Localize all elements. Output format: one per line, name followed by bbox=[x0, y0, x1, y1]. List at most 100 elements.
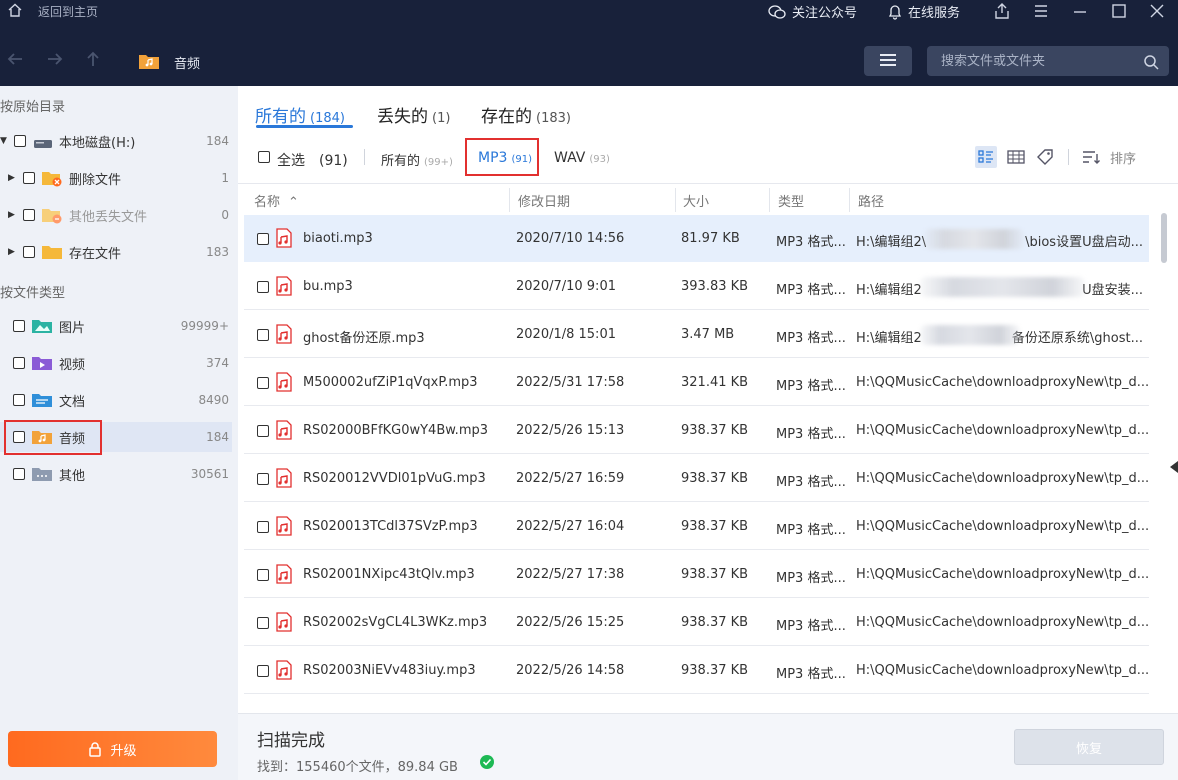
sidebar-item-videos[interactable]: 视频 374 bbox=[0, 348, 238, 378]
tab-existing[interactable]: 存在的 (183) bbox=[481, 102, 571, 127]
tag-icon[interactable] bbox=[1034, 146, 1056, 168]
file-name: bu.mp3 bbox=[303, 279, 353, 294]
collapse-panel-arrow-icon[interactable] bbox=[1170, 461, 1178, 473]
title-bar: 返回到主页 关注公众号 在线服务 bbox=[0, 0, 1178, 22]
forward-arrow-icon[interactable] bbox=[46, 50, 64, 68]
checkbox[interactable] bbox=[23, 172, 35, 184]
mp3-file-icon bbox=[276, 276, 292, 296]
view-menu-button[interactable] bbox=[864, 46, 912, 76]
table-row[interactable]: RS020013TCdl37SVzP.mp3 2022/5/27 16:04 938… bbox=[244, 503, 1149, 550]
file-name: RS020012VVDl01pVuG.mp3 bbox=[303, 471, 486, 486]
column-divider[interactable] bbox=[849, 188, 850, 212]
expanded-caret-icon[interactable]: ▼ bbox=[0, 136, 8, 146]
checkbox[interactable] bbox=[13, 468, 25, 480]
sidebar-item-other[interactable]: 其他 30561 bbox=[0, 459, 238, 489]
row-checkbox[interactable] bbox=[257, 617, 269, 629]
table-row[interactable]: bu.mp3 2020/7/10 9:01 393.83 KB MP3 格式... H:… bbox=[244, 263, 1149, 310]
online-service-label: 在线服务 bbox=[908, 6, 961, 21]
collapsed-caret-icon[interactable]: ▶ bbox=[8, 173, 16, 183]
table-row[interactable]: RS02000BFfKG0wY4Bw.mp3 2022/5/26 15:13 938… bbox=[244, 407, 1149, 454]
sidebar-item-local-disk[interactable]: ▼ 本地磁盘(H:) 184 bbox=[0, 126, 238, 156]
table-row[interactable]: RS020012VVDl01pVuG.mp3 2022/5/27 16:59 938… bbox=[244, 455, 1149, 502]
column-date[interactable]: 修改日期 bbox=[518, 191, 570, 210]
search-icon[interactable] bbox=[1143, 54, 1159, 70]
close-icon[interactable] bbox=[1148, 2, 1166, 20]
row-checkbox[interactable] bbox=[257, 665, 269, 677]
row-checkbox[interactable] bbox=[257, 281, 269, 293]
file-name: ghost备份还原.mp3 bbox=[303, 331, 425, 346]
home-icon[interactable] bbox=[8, 3, 22, 17]
row-checkbox[interactable] bbox=[257, 233, 269, 245]
row-checkbox[interactable] bbox=[257, 473, 269, 485]
scan-status: 扫描完成 bbox=[257, 731, 325, 751]
sidebar-item-label: 其他丢失文件 bbox=[69, 209, 148, 225]
table-row[interactable]: RS02003NiEVv483iuy.mp3 2022/5/26 14:58 938… bbox=[244, 647, 1149, 694]
file-name: biaoti.mp3 bbox=[303, 231, 373, 246]
row-checkbox[interactable] bbox=[257, 329, 269, 341]
modified-date: 2022/5/27 16:59 bbox=[516, 471, 625, 486]
upgrade-button[interactable]: 升级 bbox=[8, 731, 217, 767]
checkbox[interactable] bbox=[13, 394, 25, 406]
upgrade-label: 升级 bbox=[110, 743, 137, 759]
row-checkbox[interactable] bbox=[257, 377, 269, 389]
modified-date: 2020/1/8 15:01 bbox=[516, 327, 616, 342]
tab-all[interactable]: 所有的 (184) bbox=[255, 102, 345, 127]
table-row[interactable]: biaoti.mp3 2020/7/10 14:56 81.97 KB MP3 格式.… bbox=[244, 215, 1149, 262]
breadcrumb[interactable]: 音频 bbox=[174, 53, 200, 72]
sidebar-item-other-lost-files[interactable]: ▶ 其他丢失文件 0 bbox=[0, 200, 238, 230]
filter-label: 所有的 bbox=[381, 154, 421, 169]
column-divider[interactable] bbox=[769, 188, 770, 212]
wechat-icon bbox=[768, 4, 786, 19]
column-type[interactable]: 类型 bbox=[778, 191, 804, 210]
collapsed-caret-icon[interactable]: ▶ bbox=[8, 210, 16, 220]
online-service-button[interactable]: 在线服务 bbox=[888, 2, 960, 21]
sort-label[interactable]: 排序 bbox=[1110, 148, 1136, 167]
file-path: H:\编辑组2\ bbox=[856, 235, 927, 250]
grid-view-icon[interactable] bbox=[1005, 146, 1027, 168]
recover-button[interactable]: 恢复 bbox=[1014, 729, 1164, 765]
follow-wechat-button[interactable]: 关注公众号 bbox=[768, 2, 857, 21]
checkbox[interactable] bbox=[23, 246, 35, 258]
column-divider[interactable] bbox=[509, 188, 510, 212]
checkbox[interactable] bbox=[14, 135, 26, 147]
sidebar-item-documents[interactable]: 文档 8490 bbox=[0, 385, 238, 415]
mp3-file-icon bbox=[276, 228, 292, 248]
checkbox[interactable] bbox=[23, 209, 35, 221]
sidebar-item-images[interactable]: 图片 99999+ bbox=[0, 311, 238, 341]
row-checkbox[interactable] bbox=[257, 569, 269, 581]
up-arrow-icon[interactable] bbox=[84, 50, 102, 68]
sort-icon[interactable] bbox=[1080, 146, 1102, 168]
column-divider[interactable] bbox=[675, 188, 676, 212]
table-row[interactable]: RS02001NXipc43tQlv.mp3 2022/5/27 17:38 938… bbox=[244, 551, 1149, 598]
scrollbar[interactable] bbox=[1161, 213, 1167, 263]
filter-wav[interactable]: WAV (93) bbox=[554, 150, 610, 166]
select-all-checkbox[interactable] bbox=[258, 151, 270, 163]
table-row[interactable]: ghost备份还原.mp3 2020/1/8 15:01 3.47 MB MP3 格式… bbox=[244, 311, 1149, 358]
column-size[interactable]: 大小 bbox=[683, 191, 709, 210]
collapsed-caret-icon[interactable]: ▶ bbox=[8, 247, 16, 257]
select-all-label[interactable]: 全选 (91) bbox=[277, 150, 348, 170]
tab-lost[interactable]: 丢失的 (1) bbox=[377, 102, 450, 127]
minimize-icon[interactable] bbox=[1071, 2, 1089, 20]
checkbox[interactable] bbox=[13, 320, 25, 332]
sidebar-item-label: 存在文件 bbox=[69, 246, 122, 262]
menu-icon[interactable] bbox=[1032, 2, 1050, 20]
list-view-icon[interactable] bbox=[975, 146, 997, 168]
sidebar-item-deleted-files[interactable]: ▶ 删除文件 1 bbox=[0, 163, 238, 193]
back-home-link[interactable]: 返回到主页 bbox=[38, 3, 98, 20]
table-row[interactable]: M500002ufZiP1qVqxP.mp3 2022/5/31 17:58 321… bbox=[244, 359, 1149, 406]
file-path: H:\QQMusicCache\downloadproxyNew\tp_d... bbox=[856, 567, 1150, 582]
row-checkbox[interactable] bbox=[257, 425, 269, 437]
back-arrow-icon[interactable] bbox=[6, 50, 24, 68]
row-checkbox[interactable] bbox=[257, 521, 269, 533]
share-icon[interactable] bbox=[993, 2, 1011, 20]
table-row[interactable]: RS02002sVgCL4L3WKz.mp3 2022/5/26 15:25 938… bbox=[244, 599, 1149, 646]
search-input[interactable] bbox=[927, 46, 1169, 76]
maximize-icon[interactable] bbox=[1110, 2, 1128, 20]
column-name[interactable]: 名称 ⌃ bbox=[254, 191, 299, 210]
column-path[interactable]: 路径 bbox=[858, 191, 884, 210]
sidebar-item-count: 30561 bbox=[190, 467, 229, 481]
filter-all[interactable]: 所有的 (99+) bbox=[381, 150, 453, 169]
checkbox[interactable] bbox=[13, 357, 25, 369]
sidebar-item-existing-files[interactable]: ▶ 存在文件 183 bbox=[0, 237, 238, 267]
